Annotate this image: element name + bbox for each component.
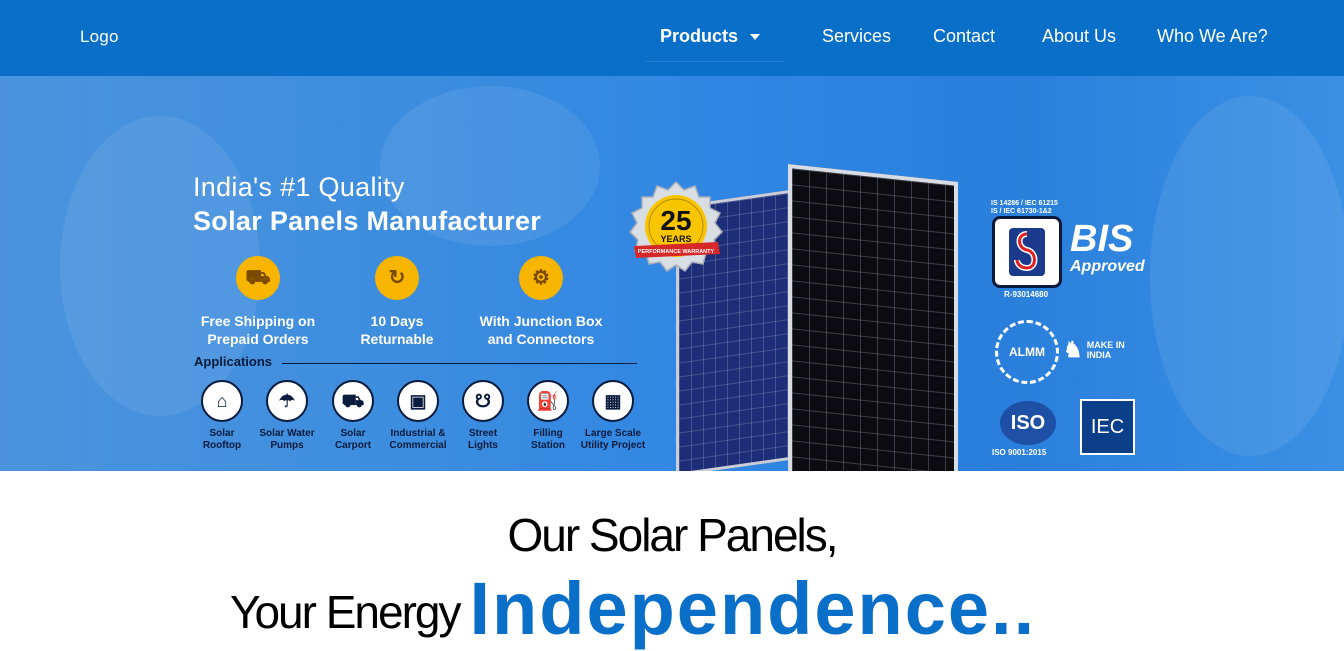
feature-junction-box: ⚙ With Junction Box and Connectors	[468, 256, 614, 348]
nav-products[interactable]: Products	[646, 16, 784, 62]
badge-ribbon: PERFORMANCE WARRANTY	[638, 249, 715, 255]
nav-services[interactable]: Services	[822, 26, 891, 47]
feature-line2: Returnable	[360, 331, 434, 347]
app-line1: Large Scale	[584, 428, 642, 439]
badge-unit: YEARS	[660, 234, 691, 244]
top-nav: Logo Products Services Contact About Us …	[0, 0, 1344, 76]
chevron-down-icon	[750, 34, 761, 41]
hero-banner[interactable]: India's #1 Quality Solar Panels Manufact…	[0, 76, 1344, 471]
bis-number: R-93014680	[1004, 290, 1049, 299]
nav-who-we-are[interactable]: Who We Are?	[1157, 26, 1268, 47]
solar-panel-icon: ▦	[592, 380, 634, 422]
feature-line1: Free Shipping on	[200, 313, 316, 329]
return-icon: ↻	[375, 256, 419, 300]
app-line2: Utility Project	[580, 440, 646, 451]
water-pump-icon: ☂	[266, 380, 308, 422]
bg-figure	[1150, 96, 1344, 456]
badge-number: 25	[660, 205, 691, 236]
warranty-badge: 25 YEARS PERFORMANCE WARRANTY	[629, 180, 723, 273]
logo[interactable]: Logo	[80, 27, 119, 47]
nav-products-label: Products	[660, 26, 739, 46]
make-in-india-text: MAKE IN INDIA	[1086, 340, 1125, 360]
feature-line2: Prepaid Orders	[207, 331, 309, 347]
iec-logo: IEC	[1080, 399, 1135, 455]
fuel-station-icon: ⛽	[527, 380, 569, 422]
feature-line1: 10 Days	[370, 313, 424, 329]
hero-title-line1: India's #1 Quality	[193, 172, 405, 202]
applications-label: Applications	[194, 354, 273, 369]
feature-line1: With Junction Box	[479, 313, 603, 329]
headline-line2: Your Energy Independence..	[230, 566, 1036, 651]
bis-approved: Approved	[1070, 258, 1145, 275]
iso-standard: ISO 9001:2015	[992, 448, 1047, 457]
feature-line2: and Connectors	[487, 331, 595, 347]
bis-mark-icon	[1009, 228, 1045, 276]
headline-line1: Our Solar Panels,	[507, 509, 838, 561]
solar-panel-image-front	[788, 164, 958, 471]
make-in-india-logo: ♞ MAKE IN INDIA	[1063, 328, 1151, 372]
divider	[282, 363, 637, 364]
carport-icon: ⛟	[332, 380, 374, 422]
bis-standard-2: IS / IEC 61730-1&2	[991, 208, 1052, 215]
headline-prefix: Your Energy	[230, 586, 461, 638]
app-utility-project: ▦ Large Scale Utility Project	[573, 380, 653, 452]
lion-icon: ♞	[1063, 337, 1083, 362]
feature-returnable: ↻ 10 Days Returnable	[350, 256, 444, 348]
bis-standard-1: IS 14286 / IEC 61215	[991, 200, 1058, 207]
factory-icon: ▣	[397, 380, 439, 422]
headline-accent: Independence..	[469, 567, 1037, 650]
iso-logo: ISO	[1000, 401, 1056, 445]
bis-text: BIS	[1070, 218, 1134, 260]
almm-seal: ALMM	[995, 320, 1059, 384]
truck-icon: ⛟	[236, 256, 280, 300]
bis-standards: IS 14286 / IEC 61215 IS / IEC 61730-1&2	[991, 200, 1058, 216]
bis-logo	[992, 216, 1062, 288]
nav-contact[interactable]: Contact	[933, 26, 995, 47]
feature-free-shipping: ⛟ Free Shipping on Prepaid Orders	[190, 256, 326, 348]
rooftop-icon: ⌂	[201, 380, 243, 422]
nav-about-us[interactable]: About Us	[1042, 26, 1116, 47]
hero-title-line2: Solar Panels Manufacturer	[193, 206, 542, 236]
street-light-icon: ☋	[462, 380, 504, 422]
junction-box-icon: ⚙	[519, 256, 563, 300]
